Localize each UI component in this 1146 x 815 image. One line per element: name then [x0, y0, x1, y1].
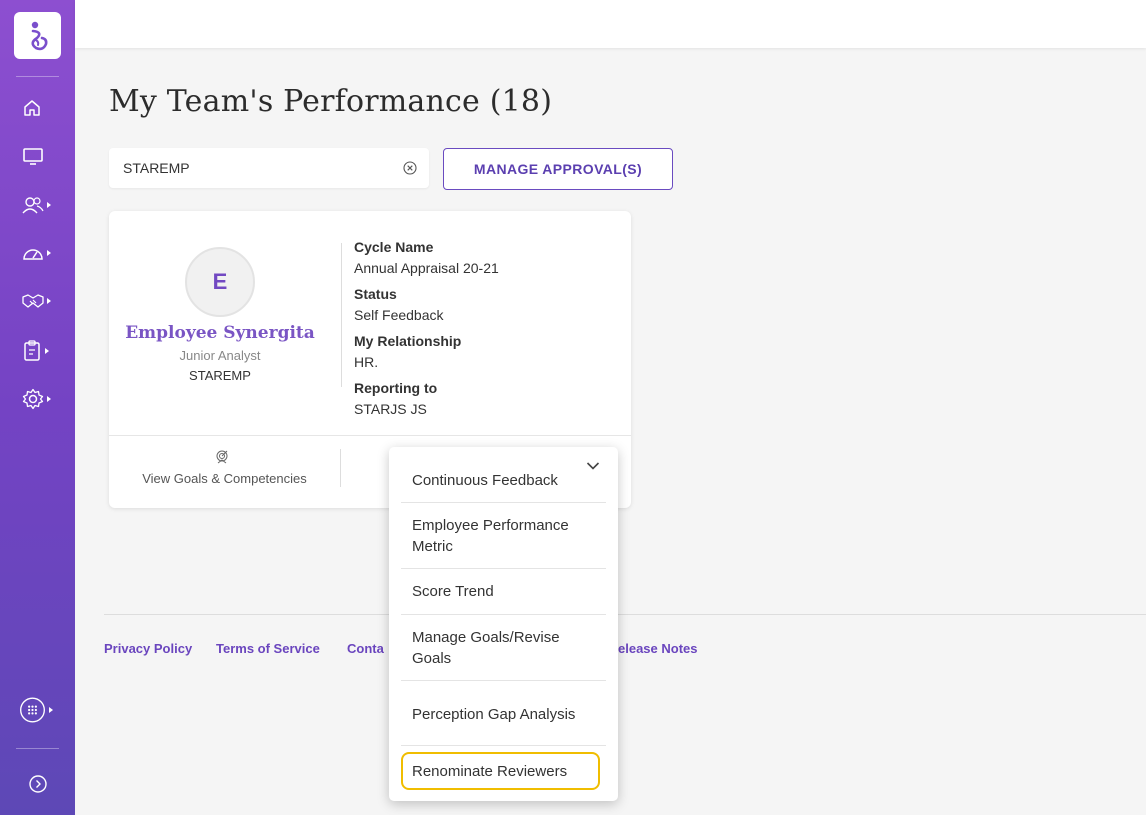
avatar: E	[185, 247, 255, 317]
card-divider	[341, 243, 342, 387]
menu-divider	[401, 502, 606, 503]
clipboard-icon[interactable]	[22, 338, 56, 364]
employee-info: Cycle Name Annual Appraisal 20-21 Status…	[354, 237, 614, 425]
cycle-name-label: Cycle Name	[354, 239, 434, 255]
monitor-icon[interactable]	[22, 143, 56, 169]
menu-item-perception-gap-analysis[interactable]: Perception Gap Analysis	[401, 692, 606, 736]
page-title: My Team's Performance (18)	[109, 84, 553, 119]
relationship-value: HR.	[354, 354, 379, 370]
sidebar	[0, 0, 75, 815]
reporting-to-value: STARJS JS	[354, 401, 427, 417]
menu-item-employee-performance-metric[interactable]: Employee Performance Metric	[401, 514, 606, 558]
terms-of-service-link[interactable]: Terms of Service	[216, 641, 320, 656]
menu-divider	[401, 614, 606, 615]
top-bar	[75, 0, 1146, 48]
release-notes-link[interactable]: elease Notes	[618, 641, 698, 656]
card-footer-divider-vertical	[340, 449, 341, 487]
menu-divider	[401, 745, 606, 746]
dashboard-icon[interactable]	[22, 240, 56, 266]
reporting-to-label: Reporting to	[354, 380, 438, 396]
status-label: Status	[354, 286, 397, 302]
employee-name[interactable]: Employee Synergita	[109, 323, 331, 343]
card-footer-divider	[109, 435, 631, 436]
menu-divider	[401, 680, 606, 681]
privacy-policy-link[interactable]: Privacy Policy	[104, 641, 192, 656]
employee-role: Junior Analyst	[179, 348, 261, 363]
home-icon[interactable]	[22, 95, 56, 121]
manage-approvals-button[interactable]: MANAGE APPROVAL(S)	[443, 148, 673, 190]
menu-item-manage-goals[interactable]: Manage Goals/Revise Goals	[401, 626, 606, 670]
handshake-icon[interactable]	[22, 288, 56, 314]
apps-icon[interactable]	[19, 694, 53, 726]
sidebar-divider	[16, 76, 59, 77]
contact-link[interactable]: Conta	[347, 641, 384, 656]
sidebar-divider	[16, 748, 59, 749]
target-icon	[216, 450, 228, 464]
cycle-name-value: Annual Appraisal 20-21	[354, 260, 499, 276]
team-icon[interactable]	[22, 192, 56, 218]
clear-circle-icon[interactable]	[403, 161, 417, 175]
status-value: Self Feedback	[354, 307, 444, 323]
relationship-label: My Relationship	[354, 333, 462, 349]
menu-item-continuous-feedback[interactable]: Continuous Feedback	[401, 468, 606, 492]
actions-dropdown-menu: Continuous Feedback Employee Performance…	[389, 447, 618, 801]
search-input[interactable]	[121, 159, 403, 177]
settings-icon[interactable]	[22, 386, 56, 412]
menu-item-score-trend[interactable]: Score Trend	[401, 579, 606, 603]
search-box	[109, 148, 429, 188]
view-goals-link[interactable]: View Goals & Competencies	[109, 471, 340, 486]
menu-divider	[401, 568, 606, 569]
logo-icon[interactable]	[14, 12, 61, 59]
footer-divider	[104, 614, 1146, 615]
expand-icon[interactable]	[28, 771, 62, 797]
employee-code: STAREMP	[189, 368, 251, 383]
menu-item-renominate-reviewers[interactable]: Renominate Reviewers	[401, 752, 600, 790]
